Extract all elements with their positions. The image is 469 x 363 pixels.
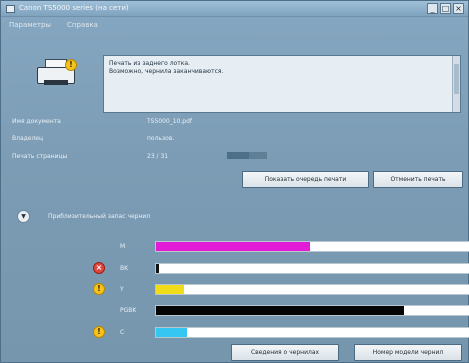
ink-section-title: Приблизительный запас чернил <box>48 213 151 220</box>
cancel-print-button[interactable]: Отменить печать <box>373 171 463 188</box>
warning-icon: ! <box>93 326 105 338</box>
menu-bar: Параметры Справка <box>1 17 468 30</box>
printing-page-value: 23 / 31 <box>147 153 169 160</box>
warning-icon: ! <box>93 283 105 295</box>
ink-level-track <box>155 305 469 316</box>
ink-name-label: PGBK <box>120 307 137 314</box>
print-progress-fill <box>227 152 249 159</box>
document-name-value: TS5000_10.pdf <box>147 118 193 125</box>
title-bar[interactable]: Canon TS5000 series (на сети) _ □ × <box>1 1 468 17</box>
collapse-toggle-icon[interactable]: ▼ <box>17 210 30 223</box>
status-message-line: Возможно, чернила заканчиваются. <box>109 68 224 75</box>
printer-status-window: Canon TS5000 series (на сети) _ □ × Пара… <box>0 0 469 363</box>
ink-level-track <box>155 284 469 295</box>
warning-icon: ! <box>65 59 77 71</box>
minimize-button[interactable]: _ <box>427 3 438 14</box>
ink-name-label: Y <box>120 286 124 293</box>
scrollbar-thumb[interactable] <box>454 64 459 94</box>
document-name-label: Имя документа <box>12 118 61 125</box>
ink-level-fill <box>156 306 405 315</box>
printing-page-label: Печать страницы <box>12 153 68 160</box>
ink-details-button[interactable]: Сведения о чернилах <box>231 344 339 361</box>
ink-name-label: C <box>120 329 125 336</box>
ink-level-track <box>155 327 469 338</box>
ink-level-panel: M × BK! Y PGBK! C <box>10 229 469 338</box>
menu-item-options[interactable]: Параметры <box>9 21 51 29</box>
ink-level-fill <box>156 328 188 337</box>
ink-level-track <box>155 263 469 274</box>
ink-level-track <box>155 241 469 252</box>
status-message-box: Печать из заднего лотка. Возможно, черни… <box>103 55 461 113</box>
show-print-queue-button[interactable]: Показать очередь печати <box>242 171 369 188</box>
ink-level-fill <box>156 242 310 251</box>
close-button[interactable]: × <box>453 3 464 14</box>
maximize-button[interactable]: □ <box>440 3 451 14</box>
owner-label: Владелец <box>12 135 44 142</box>
error-icon: × <box>93 262 105 274</box>
message-scrollbar[interactable] <box>452 56 460 112</box>
menu-item-help[interactable]: Справка <box>67 21 98 29</box>
owner-value: пользов. <box>147 135 175 142</box>
printer-icon: ! <box>37 59 77 89</box>
ink-model-number-button[interactable]: Номер модели чернил <box>354 344 462 361</box>
status-message-line: Печать из заднего лотка. <box>109 60 190 67</box>
printer-slot-shape <box>44 80 68 85</box>
ink-name-label: BK <box>120 265 129 272</box>
print-progress-bar <box>227 152 267 159</box>
app-icon <box>6 5 15 13</box>
ink-level-fill <box>156 264 160 273</box>
ink-level-fill <box>156 285 185 294</box>
ink-name-label: M <box>120 243 126 250</box>
window-title: Canon TS5000 series (на сети) <box>19 4 129 12</box>
